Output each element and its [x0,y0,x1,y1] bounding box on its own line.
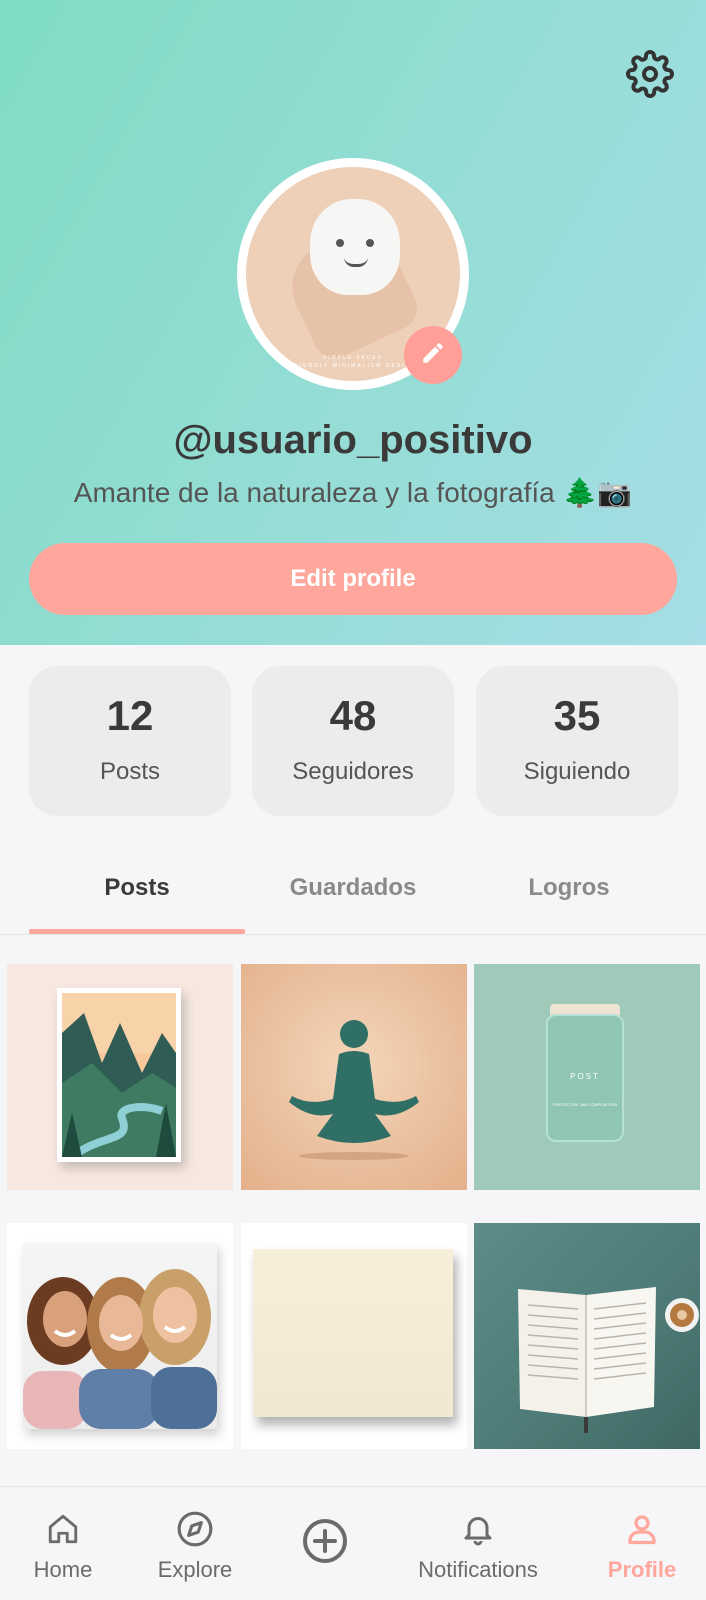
nav-label: Profile [607,1557,677,1582]
stat-label: Posts [99,758,161,785]
post-glass-jar[interactable]: POST PROTECTIVE JAR COMPOSITION [474,964,700,1190]
compass-icon [176,1510,214,1553]
post-meditation[interactable] [241,964,467,1190]
nav-notifications[interactable]: Notifications [408,1487,548,1600]
bio: Amante de la naturaleza y la fotografía … [73,477,633,508]
pencil-icon [420,340,446,371]
post-open-book[interactable] [474,1223,700,1449]
nav-home[interactable]: Home [18,1487,108,1600]
stat-value: 12 [106,692,154,739]
jar-sublabel: PROTECTIVE JAR COMPOSITION [553,1102,617,1107]
edit-avatar-button[interactable] [404,326,462,384]
plus-circle-icon [301,1517,349,1570]
bottom-nav: Home Explore Notifications Profile [0,1486,706,1600]
nav-label: Notifications [418,1557,538,1582]
profile-header: SIMPLE FACES FRIENDLY MINIMALISM DESIGN … [0,0,706,645]
bell-icon [460,1511,496,1552]
user-icon [624,1511,660,1552]
stat-following[interactable]: 35 Siguiendo [476,666,678,816]
stat-posts[interactable]: 12 Posts [29,666,231,816]
stat-label: Siguiendo [523,758,631,785]
nav-label: Explore [157,1557,233,1582]
stat-label: Seguidores [292,758,414,785]
home-icon [46,1512,80,1551]
stat-value: 35 [553,692,601,739]
stat-followers[interactable]: 48 Seguidores [252,666,454,816]
username: @usuario_positivo [173,418,533,462]
nav-label: Home [33,1557,93,1582]
jar-label: POST [570,1072,600,1081]
nav-explore[interactable]: Explore [140,1487,250,1600]
tab-saved[interactable]: Guardados [245,860,461,934]
tab-achievements[interactable]: Logros [461,860,677,934]
stat-value: 48 [329,692,377,739]
profile-tabs: Posts Guardados Logros [29,860,677,934]
tab-divider [0,934,706,935]
post-blank-paper[interactable] [241,1223,467,1449]
face-illustration [310,199,400,295]
post-friends-photo[interactable] [7,1223,233,1449]
tab-posts[interactable]: Posts [29,860,245,934]
nav-create[interactable] [290,1487,360,1600]
nav-profile[interactable]: Profile [596,1487,688,1600]
post-mountain-poster[interactable] [7,964,233,1190]
edit-profile-button[interactable]: Edit profile [29,543,677,615]
gear-icon [626,49,674,103]
settings-button[interactable] [622,48,678,104]
